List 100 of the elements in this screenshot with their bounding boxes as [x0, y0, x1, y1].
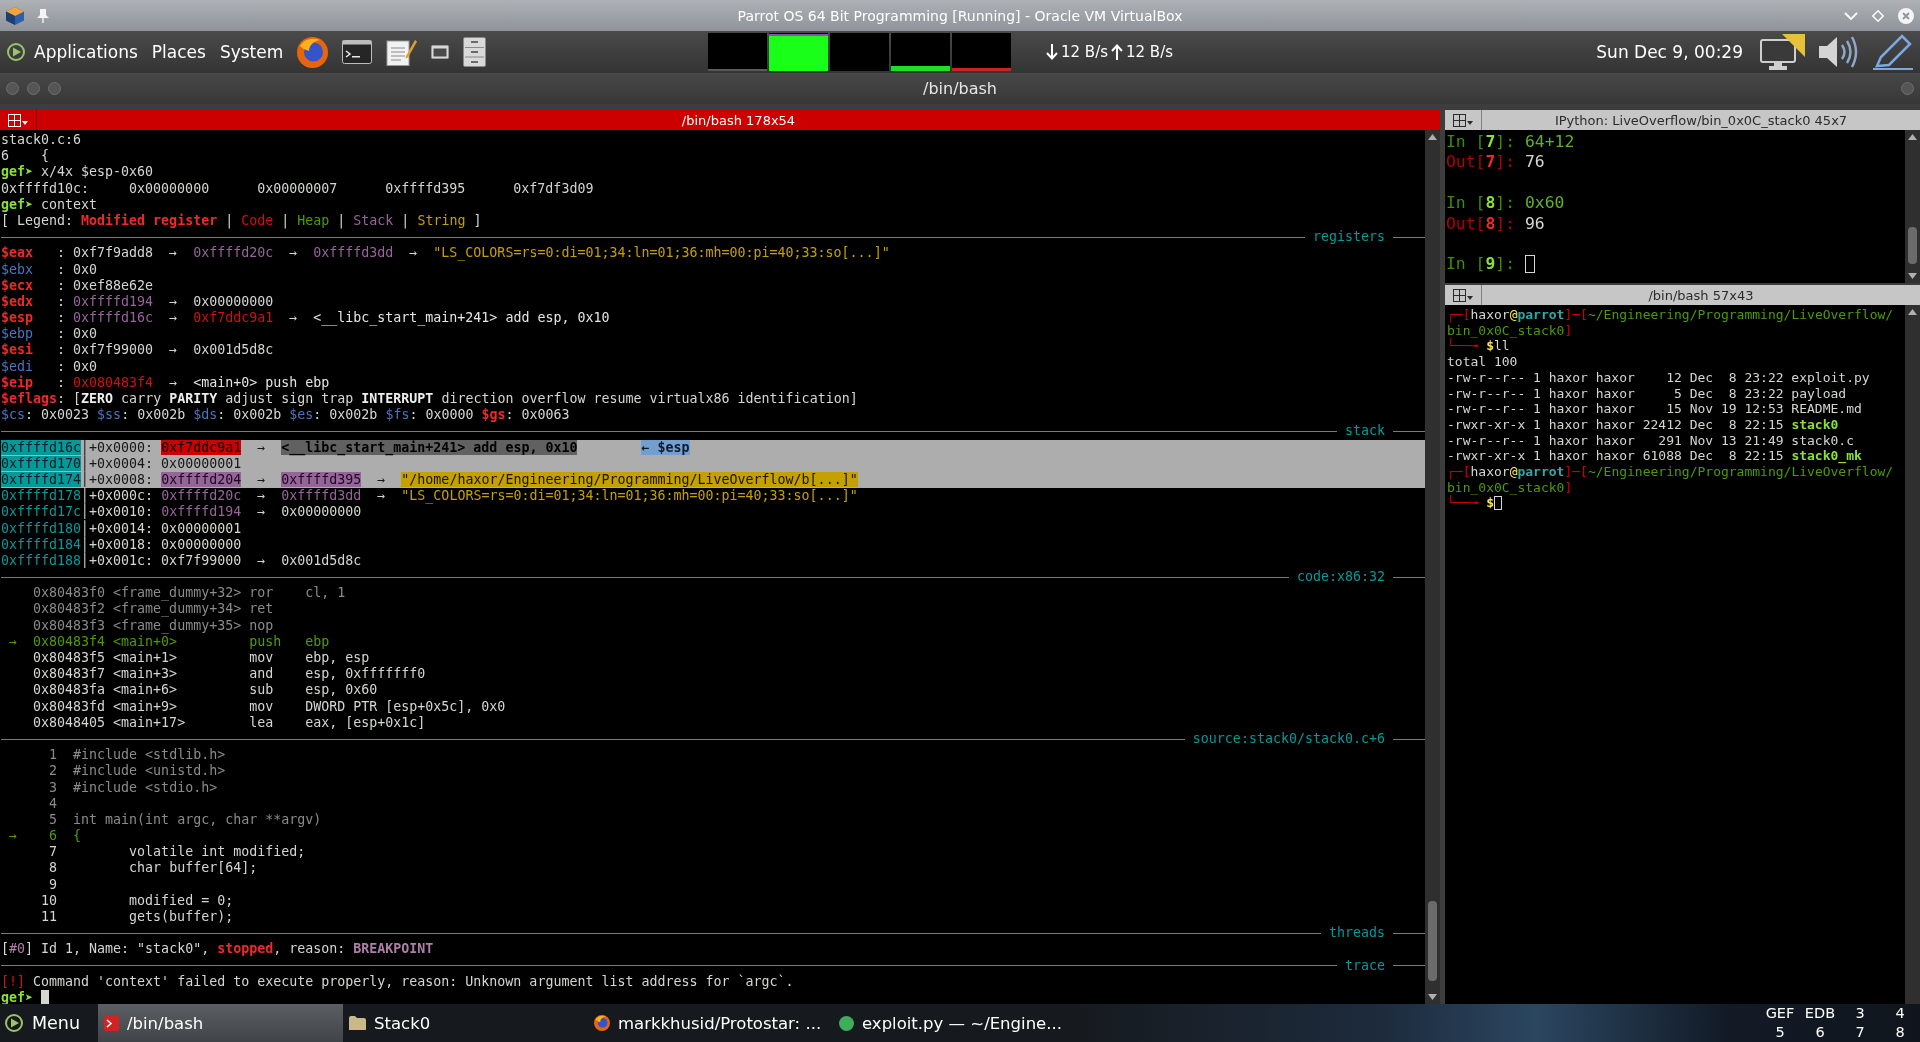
load-graph-drawing — [830, 33, 889, 71]
workspace-button[interactable]: GEF — [1760, 1004, 1800, 1023]
upload-speed: 12 B/s — [1126, 43, 1174, 61]
cabinet-icon[interactable] — [463, 37, 487, 67]
terminal-line: 0x80483f0 <frame_dummy+32> ror cl, 1 — [33, 585, 346, 601]
terminal-line: [!] Command 'context' failed to execute properly, reason: Unknown argument list address for `argc`. — [1, 973, 794, 989]
grid-icon[interactable] — [8, 113, 28, 127]
terminal-line: 11 gets(buffer); — [41, 909, 234, 924]
terminal-line: → 6 { — [9, 828, 82, 844]
scroll-up-icon[interactable] — [1908, 134, 1917, 140]
terminal-icon[interactable] — [342, 40, 373, 64]
terminal-line: → 0x80483f4 <main+0> push ebp — [9, 633, 330, 649]
terminal-line: $eip : 0x080483f4 → <main+0> push ebp — [1, 374, 330, 390]
globe-icon — [594, 1015, 610, 1031]
terminal-line: -rwxr-xr-x 1 haxor haxor 22412 Dec 8 22:15 stack0 — [1447, 416, 1839, 432]
panel-menu[interactable]: Applications — [34, 42, 138, 62]
scrollbar-thumb[interactable] — [1908, 227, 1917, 264]
workspace-button[interactable]: 8 — [1880, 1023, 1920, 1042]
terminal-line: 10 modified = 0; — [41, 892, 234, 908]
download-speed: 12 B/s — [1061, 43, 1108, 61]
terminal-line: 9 — [49, 876, 58, 892]
terminal-line: $ebp : 0x0 — [1, 326, 98, 342]
terminal-line: $eflags: [ZERO carry PARITY adjust sign trap INTERRUPT direction overflow resume virtualx86 identification] — [1, 391, 858, 406]
workspace-button[interactable]: EDB — [1800, 1004, 1840, 1023]
scroll-up-icon[interactable] — [1428, 134, 1437, 140]
terminal-icon — [104, 1015, 119, 1031]
workspace-button[interactable]: 7 — [1840, 1023, 1880, 1042]
terminal-line: -rw-r--r-- 1 haxor haxor 5 Dec 8 23:22 payload — [1447, 385, 1847, 401]
ipython-line: Out[7]: 76 — [1446, 152, 1545, 172]
ipython-line: In [8]: 0x60 — [1446, 193, 1565, 213]
terminal-line: 0x8048405 <main+17> lea eax, [esp+0x1c] — [33, 714, 426, 730]
taskbar-button[interactable]: Stack0 — [343, 1004, 588, 1042]
terminal-line: -rw-r--r-- 1 haxor haxor 12 Dec 8 23:22 exploit.py — [1447, 369, 1870, 385]
load-graph-drawing — [769, 33, 828, 71]
stack-row-text: 0xffffd17c│+0x0010: 0xffffd194 → 0x00000000 — [1, 504, 362, 520]
terminal-line: └──╼ $ — [1447, 495, 1494, 511]
terminal-line: $eax : 0xf7f9add8 → 0xffffd20c → 0xffffd3dd → "LS_COLORS=rs=0:di=01;34:ln=01;36:mh=00:pi=40;33:so[...]" — [1, 245, 890, 261]
stack-row: 0xffffd188│+0x001c: 0xf7f99000 → 0x001d5d8c — [1, 552, 362, 570]
ipython-line: In [7]: 64+12 — [1446, 132, 1575, 151]
stack-row-text: 0xffffd178│+0x000c: 0xffffd20c → 0xffffd3dd → "LS_COLORS=rs=0:di=01;34:ln=01;36:mh=00:pi=40;33:so[...]" — [1, 488, 858, 504]
terminal-line: -rwxr-xr-x 1 haxor haxor 61088 Dec 8 22:15 stack0_mk — [1447, 448, 1862, 464]
cube-icon — [6, 6, 24, 25]
scrollbar-thumb[interactable] — [1428, 901, 1437, 981]
terminal-line: 6 { — [1, 148, 50, 164]
panel-menu[interactable]: System — [219, 42, 284, 62]
pen-icon[interactable] — [1873, 34, 1913, 70]
close-icon[interactable] — [1898, 7, 1914, 24]
terminal-title: /bin/bash — [923, 79, 997, 98]
panel-clock: Sun Dec 9, 00:29 — [1596, 42, 1743, 62]
section-label: trace — [1344, 957, 1385, 974]
terminal-line: 4 — [49, 795, 58, 811]
terminal-line: $edx : 0xffffd194 → 0x00000000 — [1, 293, 274, 309]
terminal-line: 1 #include <stdlib.h> — [49, 747, 226, 763]
scrollbar[interactable] — [1905, 130, 1920, 283]
panel-menu[interactable]: Places — [151, 42, 206, 62]
scroll-down-icon[interactable] — [1428, 994, 1437, 1000]
terminal-line: [#0] Id 1, Name: "stack0", stopped, reason: BREAKPOINT — [1, 941, 434, 957]
terminal-line: -rw-r--r-- 1 haxor haxor 15 Nov 19 12:53 README.md — [1447, 401, 1862, 417]
chevron-down-icon[interactable] — [1844, 11, 1858, 20]
terminal-line: 8 char buffer[64]; — [49, 860, 258, 876]
load-graph-drawing — [891, 33, 950, 71]
terminal-line: $ebx : 0x0 — [1, 261, 98, 277]
terminal-line: 0x80483f2 <frame_dummy+34> ret — [33, 601, 274, 617]
terminal-line: $cs: 0x0023 $ss: 0x002b $ds: 0x002b $es: 0x002b $fs: 0x0000 $gs: 0x0063 — [1, 407, 570, 423]
monitor-icon[interactable] — [1760, 34, 1805, 70]
scrollbar[interactable] — [1905, 305, 1920, 1004]
up-arrow-icon — [1111, 44, 1123, 60]
down-arrow-icon — [1046, 44, 1058, 60]
taskbar-button[interactable]: exploit.py — ~/Engine... — [833, 1004, 1078, 1042]
section-label: source:stack0/stack0.c+6 — [1192, 730, 1385, 748]
terminal-line: gef➤ — [1, 989, 34, 1004]
ipython-line: In [9]: — [1446, 254, 1516, 274]
workspace-button[interactable]: 4 — [1880, 1004, 1920, 1023]
workspace-button[interactable]: 3 — [1840, 1004, 1880, 1023]
taskbar-button[interactable]: markkhusid/Protostar: ... — [588, 1004, 833, 1042]
terminal-line: 0x80483f3 <frame_dummy+35> nop — [33, 617, 274, 633]
load-graph-drawing — [708, 33, 767, 71]
play-circle-icon — [5, 1014, 23, 1032]
notepad-icon[interactable] — [386, 38, 418, 66]
diamond-icon[interactable] — [1872, 9, 1884, 22]
terminal-line: [ Legend: Modified register | Code | Heap | Stack | String ] — [1, 212, 482, 228]
workspace-button[interactable]: 6 — [1800, 1023, 1840, 1042]
terminal-line: └──╼ $ll — [1447, 338, 1510, 354]
workspace-button[interactable]: 5 — [1760, 1023, 1800, 1042]
window-icon[interactable] — [431, 45, 450, 59]
scroll-up-icon[interactable] — [1908, 309, 1917, 315]
grid-icon[interactable] — [1453, 113, 1473, 127]
play-circle-icon[interactable] — [7, 43, 25, 61]
pane-title: /bin/bash 57x43 — [1648, 287, 1754, 303]
terminal-line: 0xffffd10c: 0x00000000 0x00000007 0xffffd395 0xf7df3d09 — [1, 180, 594, 196]
taskbar-button[interactable]: /bin/bash — [98, 1004, 343, 1042]
terminal-line: 0x80483f5 <main+1> mov ebp, esp — [33, 650, 370, 665]
globe-icon[interactable] — [297, 36, 329, 68]
grid-icon[interactable] — [1453, 288, 1473, 302]
load-graph-drawing — [952, 33, 1011, 71]
section-label: registers — [1312, 229, 1385, 246]
scroll-down-icon[interactable] — [1908, 273, 1917, 279]
menu-button[interactable]: Menu — [0, 1004, 98, 1042]
terminal-line: -rw-r--r-- 1 haxor haxor 291 Nov 13 21:49 stack0.c — [1447, 432, 1854, 448]
scrollbar[interactable] — [1425, 130, 1440, 1004]
